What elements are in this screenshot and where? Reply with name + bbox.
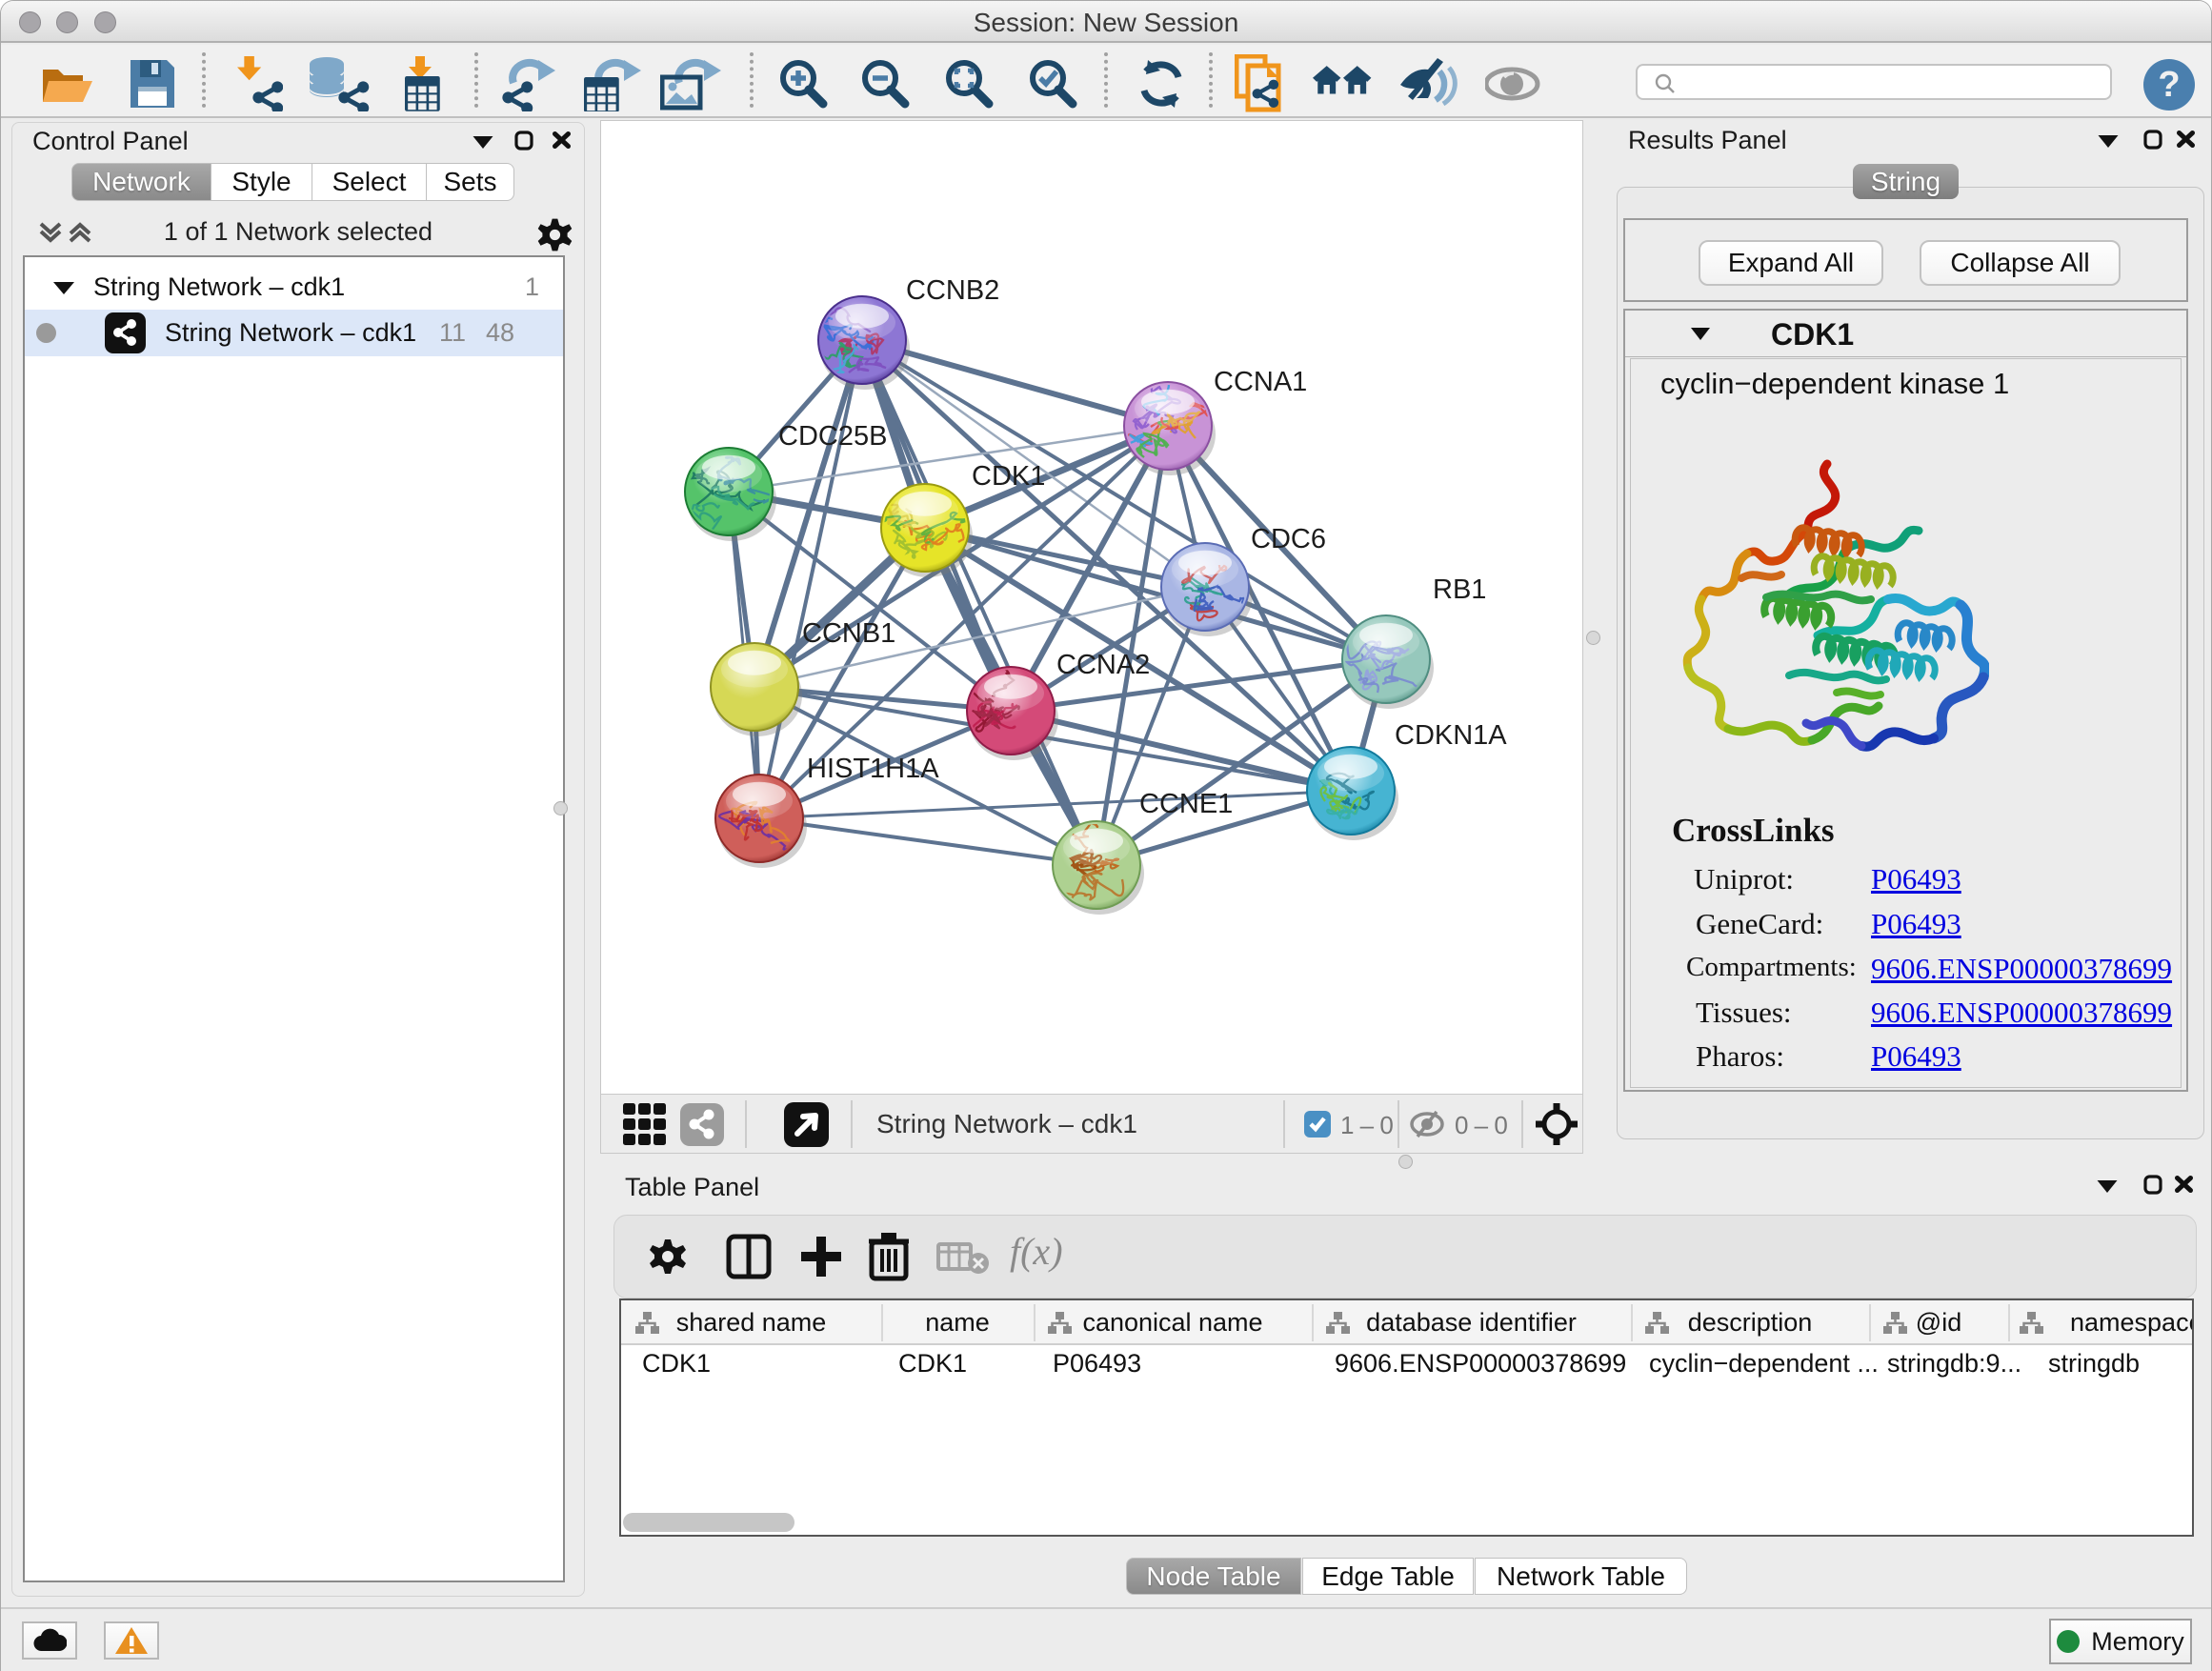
svg-text:CCNA2: CCNA2 [1056,650,1150,680]
svg-text:RB1: RB1 [1433,574,1486,605]
svg-text:CCNE1: CCNE1 [1139,789,1233,819]
svg-text:?: ? [2158,65,2180,105]
svg-text:CCNA1: CCNA1 [1214,367,1307,397]
svg-text:CDK1: CDK1 [972,461,1045,492]
svg-text:CCNB2: CCNB2 [906,275,999,306]
svg-text:CDKN1A: CDKN1A [1395,720,1507,751]
svg-text:HIST1H1A: HIST1H1A [807,754,939,784]
svg-text:CDC25B: CDC25B [778,421,887,452]
svg-text:CCNB1: CCNB1 [802,618,895,649]
svg-text:CDC6: CDC6 [1251,524,1326,554]
